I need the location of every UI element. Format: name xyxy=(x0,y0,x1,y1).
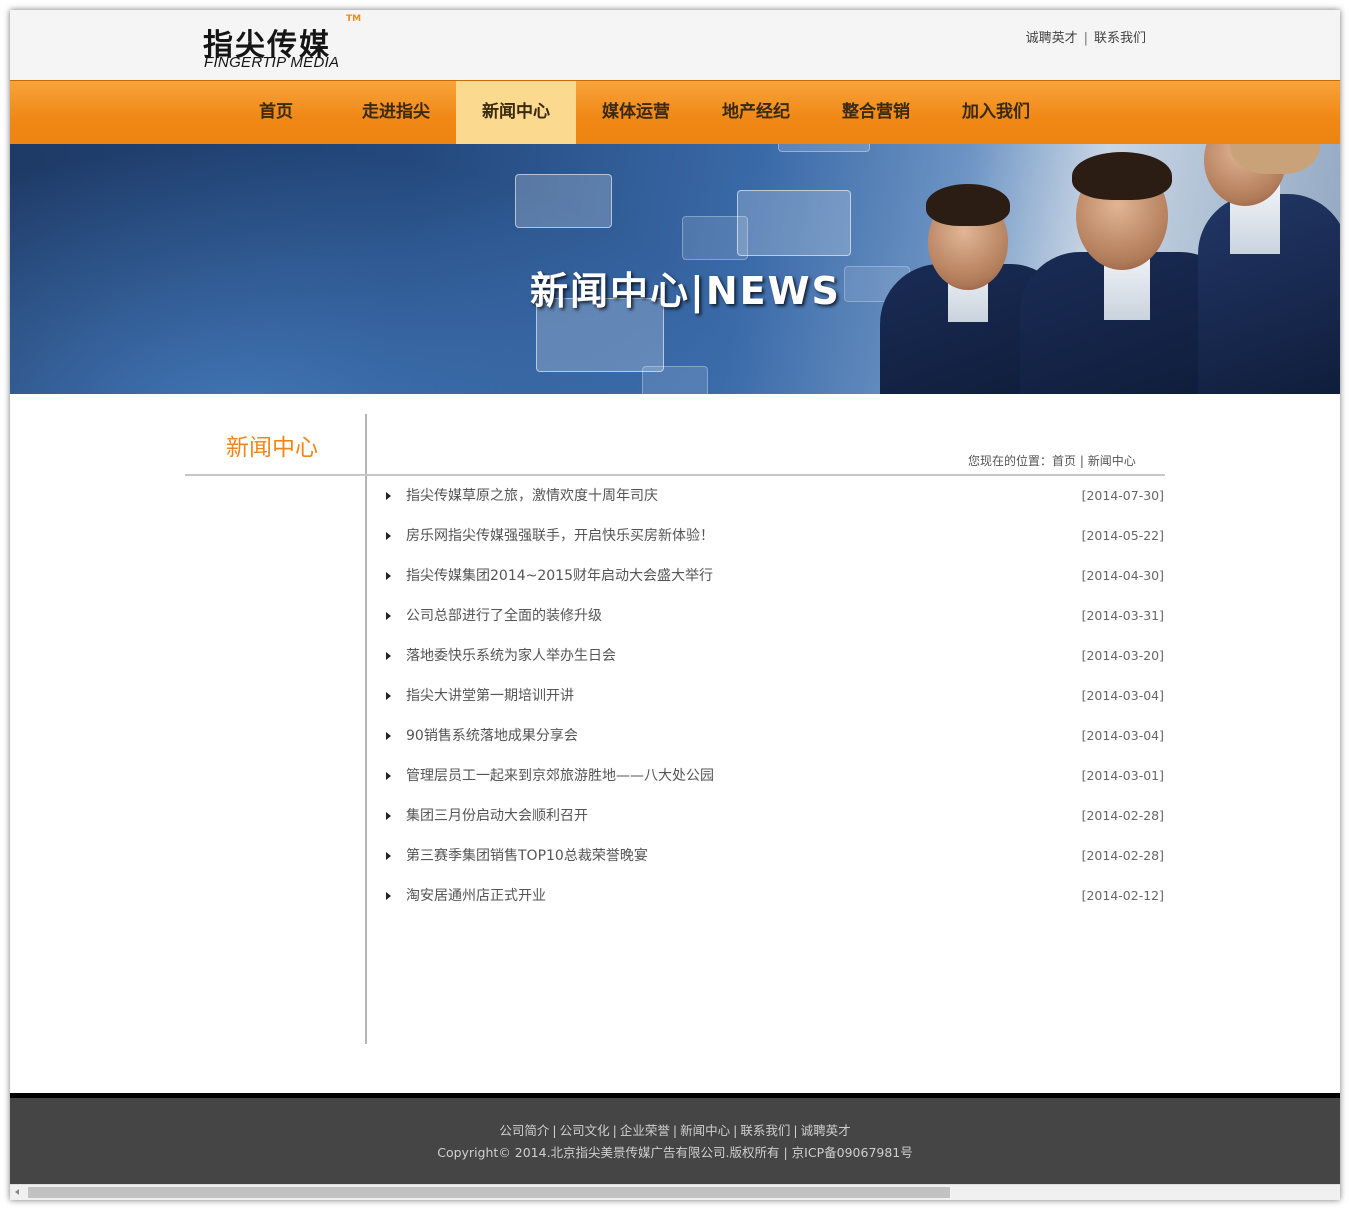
triangle-right-icon xyxy=(386,852,391,860)
breadcrumb-home-link[interactable]: 首页 xyxy=(1052,454,1076,468)
news-date: [2014-02-28] xyxy=(1081,848,1164,863)
news-date: [2014-02-28] xyxy=(1081,808,1164,823)
nav-item-media-operation[interactable]: 媒体运营 xyxy=(576,81,696,144)
main-nav-list: 首页 走进指尖 新闻中心 媒体运营 地产经纪 整合营销 加入我们 xyxy=(216,81,1056,144)
banner-glass-panel xyxy=(778,144,870,152)
news-date: [2014-03-04] xyxy=(1081,688,1164,703)
news-title-link[interactable]: 落地委快乐系统为家人举办生日会 xyxy=(406,636,616,676)
news-title-link[interactable]: 第三赛季集团销售TOP10总裁荣誉晚宴 xyxy=(406,836,648,876)
news-title-link[interactable]: 管理层员工一起来到京郊旅游胜地——八大处公园 xyxy=(406,756,714,796)
breadcrumb: 您现在的位置：首页 | 新闻中心 xyxy=(968,452,1136,469)
triangle-right-icon xyxy=(386,532,391,540)
triangle-right-icon xyxy=(386,652,391,660)
news-date: [2014-03-01] xyxy=(1081,768,1164,783)
top-links-separator: | xyxy=(1083,31,1088,46)
main-nav: 首页 走进指尖 新闻中心 媒体运营 地产经纪 整合营销 加入我们 xyxy=(10,80,1340,144)
news-date: [2014-03-04] xyxy=(1081,728,1164,743)
footer-separator: | xyxy=(793,1123,798,1138)
news-list-item: 公司总部进行了全面的装修升级 [2014-03-31] xyxy=(382,596,1166,636)
footer-link-careers[interactable]: 诚聘英才 xyxy=(801,1123,851,1138)
footer-link-news[interactable]: 新闻中心 xyxy=(680,1123,730,1138)
triangle-right-icon xyxy=(386,612,391,620)
sidebar-title: 新闻中心 xyxy=(226,435,318,461)
footer-link-company-profile[interactable]: 公司简介 xyxy=(499,1123,549,1138)
news-title-link[interactable]: 集团三月份启动大会顺利召开 xyxy=(406,796,588,836)
news-list-item: 指尖传媒集团2014~2015财年启动大会盛大举行 [2014-04-30] xyxy=(382,556,1166,596)
triangle-right-icon xyxy=(386,692,391,700)
footer-separator: | xyxy=(612,1123,617,1138)
breadcrumb-separator: | xyxy=(1076,454,1088,468)
triangle-right-icon xyxy=(386,492,391,500)
logo-trademark: TM xyxy=(346,14,362,24)
footer-separator: | xyxy=(672,1123,678,1138)
news-date: [2014-03-20] xyxy=(1081,648,1164,663)
news-title-link[interactable]: 90销售系统落地成果分享会 xyxy=(406,716,578,756)
footer-links: 公司简介 | 公司文化 | 企业荣誉 | 新闻中心 | 联系我们 | 诚聘英才 xyxy=(10,1120,1340,1139)
nav-item-real-estate[interactable]: 地产经纪 xyxy=(696,81,816,144)
footer-separator: | xyxy=(552,1123,557,1138)
nav-item-news[interactable]: 新闻中心 xyxy=(456,81,576,144)
triangle-right-icon xyxy=(386,732,391,740)
footer-separator: | xyxy=(733,1123,738,1138)
news-list-item: 指尖传媒草原之旅，激情欢度十周年司庆 [2014-07-30] xyxy=(382,476,1166,516)
news-list-item: 落地委快乐系统为家人举办生日会 [2014-03-20] xyxy=(382,636,1166,676)
site-footer: 公司简介 | 公司文化 | 企业荣誉 | 新闻中心 | 联系我们 | 诚聘英才 Copyright©… xyxy=(10,1098,1340,1184)
news-title-link[interactable]: 指尖传媒集团2014~2015财年启动大会盛大举行 xyxy=(406,556,713,596)
news-title-link[interactable]: 房乐网指尖传媒强强联手，开启快乐买房新体验！ xyxy=(406,516,714,556)
news-date: [2014-02-12] xyxy=(1081,888,1164,903)
news-list-item: 指尖大讲堂第一期培训开讲 [2014-03-04] xyxy=(382,676,1166,716)
arrow-left-icon[interactable] xyxy=(15,1189,19,1195)
copyright-text: Copyright© 2014.北京指尖美景传媒广告有限公司.版权所有 | 京I… xyxy=(437,1145,913,1160)
hero-banner: 新闻中心|NEWS xyxy=(10,144,1340,394)
banner-glass-panel xyxy=(737,190,851,256)
footer-link-company-culture[interactable]: 公司文化 xyxy=(560,1123,610,1138)
news-date: [2014-05-22] xyxy=(1081,528,1164,543)
news-list-item: 房乐网指尖传媒强强联手，开启快乐买房新体验！ [2014-05-22] xyxy=(382,516,1166,556)
logo-english-text: FINGERTIP MEDIA xyxy=(204,54,340,71)
news-date: [2014-03-31] xyxy=(1081,608,1164,623)
page-frame: 指尖传媒 TM FINGERTIP MEDIA 诚聘英才 | 联系我们 首页 走进指… xyxy=(10,10,1340,1200)
news-title-link[interactable]: 指尖大讲堂第一期培训开讲 xyxy=(406,676,574,716)
nav-item-home[interactable]: 首页 xyxy=(216,81,336,144)
footer-link-honors[interactable]: 企业荣誉 xyxy=(620,1123,670,1138)
breadcrumb-prefix: 您现在的位置： xyxy=(968,454,1053,468)
news-list-item: 第三赛季集团销售TOP10总裁荣誉晚宴 [2014-02-28] xyxy=(382,836,1166,876)
news-title-link[interactable]: 公司总部进行了全面的装修升级 xyxy=(406,596,602,636)
banner-glass-panel xyxy=(515,174,612,228)
news-list-item: 90销售系统落地成果分享会 [2014-03-04] xyxy=(382,716,1166,756)
triangle-right-icon xyxy=(386,572,391,580)
news-date: [2014-07-30] xyxy=(1081,488,1164,503)
triangle-right-icon xyxy=(386,772,391,780)
site-logo[interactable]: 指尖传媒 TM FINGERTIP MEDIA xyxy=(203,14,363,74)
footer-link-contact[interactable]: 联系我们 xyxy=(740,1123,790,1138)
nav-item-about[interactable]: 走进指尖 xyxy=(336,81,456,144)
top-links: 诚聘英才 | 联系我们 xyxy=(1026,27,1146,46)
horizontal-scrollbar[interactable] xyxy=(10,1184,1340,1200)
nav-item-join-us[interactable]: 加入我们 xyxy=(936,81,1056,144)
scrollbar-thumb[interactable] xyxy=(28,1187,950,1198)
top-link-careers[interactable]: 诚聘英才 xyxy=(1026,31,1078,46)
news-list-item: 管理层员工一起来到京郊旅游胜地——八大处公园 [2014-03-01] xyxy=(382,756,1166,796)
news-list: 指尖传媒草原之旅，激情欢度十周年司庆 [2014-07-30] 房乐网指尖传媒强强… xyxy=(382,476,1166,916)
breadcrumb-current[interactable]: 新闻中心 xyxy=(1088,454,1136,468)
top-link-contact[interactable]: 联系我们 xyxy=(1094,31,1146,46)
news-list-item: 淘安居通州店正式开业 [2014-02-12] xyxy=(382,876,1166,916)
nav-item-integrated-marketing[interactable]: 整合营销 xyxy=(816,81,936,144)
news-list-item: 集团三月份启动大会顺利召开 [2014-02-28] xyxy=(382,796,1166,836)
banner-glass-panel xyxy=(642,366,708,394)
news-title-link[interactable]: 指尖传媒草原之旅，激情欢度十周年司庆 xyxy=(406,476,658,516)
banner-title: 新闻中心|NEWS xyxy=(530,269,841,313)
site-header: 指尖传媒 TM FINGERTIP MEDIA 诚聘英才 | 联系我们 xyxy=(10,10,1340,80)
news-title-link[interactable]: 淘安居通州店正式开业 xyxy=(406,876,546,916)
triangle-right-icon xyxy=(386,812,391,820)
content-vertical-divider xyxy=(365,414,367,1044)
news-date: [2014-04-30] xyxy=(1081,568,1164,583)
triangle-right-icon xyxy=(386,892,391,900)
